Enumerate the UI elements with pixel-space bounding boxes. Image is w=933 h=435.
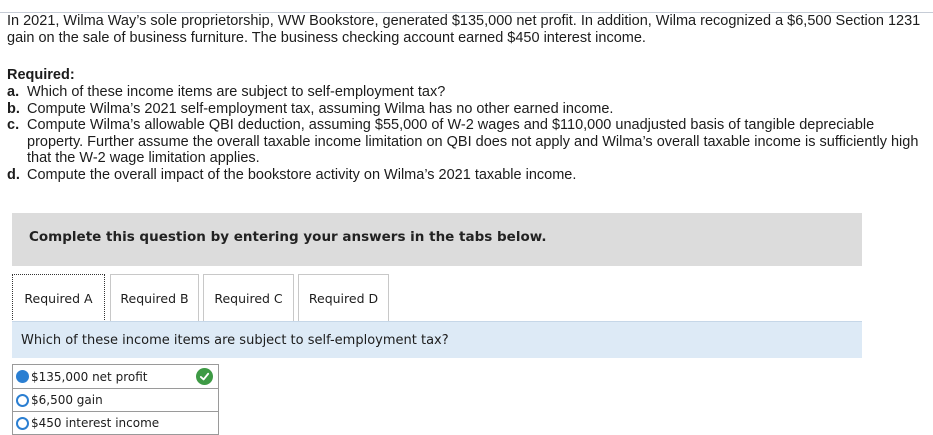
option-label: $450 interest income [31,416,160,430]
required-heading: Required: [7,67,75,83]
requirement-label: a. [7,84,20,100]
radio-unselected-icon[interactable] [16,416,29,430]
problem-intro: In 2021, Wilma Way’s sole proprietorship… [7,13,921,46]
option-gain[interactable]: $6,500 gain [13,388,218,411]
tab-required-a[interactable]: Required A [12,274,105,322]
tab-required-d[interactable]: Required D [298,274,389,322]
requirement-label: b. [7,100,20,117]
option-interest-income[interactable]: $450 interest income [13,411,218,434]
requirement-text: Compute the overall impact of the bookst… [27,166,577,183]
tab-required-c[interactable]: Required C [203,274,294,322]
radio-unselected-icon[interactable] [16,393,29,407]
answer-options: $135,000 net profit $6,500 gain $450 int… [12,364,219,435]
instruction-banner: Complete this question by entering your … [12,213,862,266]
top-divider [0,0,933,13]
option-label: $135,000 net profit [31,369,148,384]
tab-required-b[interactable]: Required B [110,274,199,322]
option-net-profit[interactable]: $135,000 net profit [13,365,218,388]
instruction-text: Complete this question by entering your … [29,229,547,245]
tab-bar: Required A Required B Required C Require… [12,274,393,322]
requirement-d: d. Compute the overall impact of the book… [7,167,922,184]
requirements-list: a. Which of these income items are subjec… [7,84,922,183]
requirement-c: c. Compute Wilma’s allowable QBI deductio… [7,117,922,167]
requirement-a: a. Which of these income items are subjec… [7,84,922,101]
radio-selected-icon[interactable] [16,370,29,383]
check-circle-icon [196,368,213,385]
option-label: $6,500 gain [31,393,103,407]
requirement-text: Compute Wilma’s allowable QBI deduction,… [27,117,919,166]
requirement-label: c. [7,117,20,133]
requirement-text: Which of these income items are subject … [27,84,446,100]
requirement-label: d. [7,166,20,183]
question-banner: Which of these income items are subject … [12,321,862,358]
requirement-b: b. Compute Wilma’s 2021 self-employment t… [7,101,922,118]
requirement-text: Compute Wilma’s 2021 self-employment tax… [27,100,614,117]
question-text: Which of these income items are subject … [21,333,449,348]
